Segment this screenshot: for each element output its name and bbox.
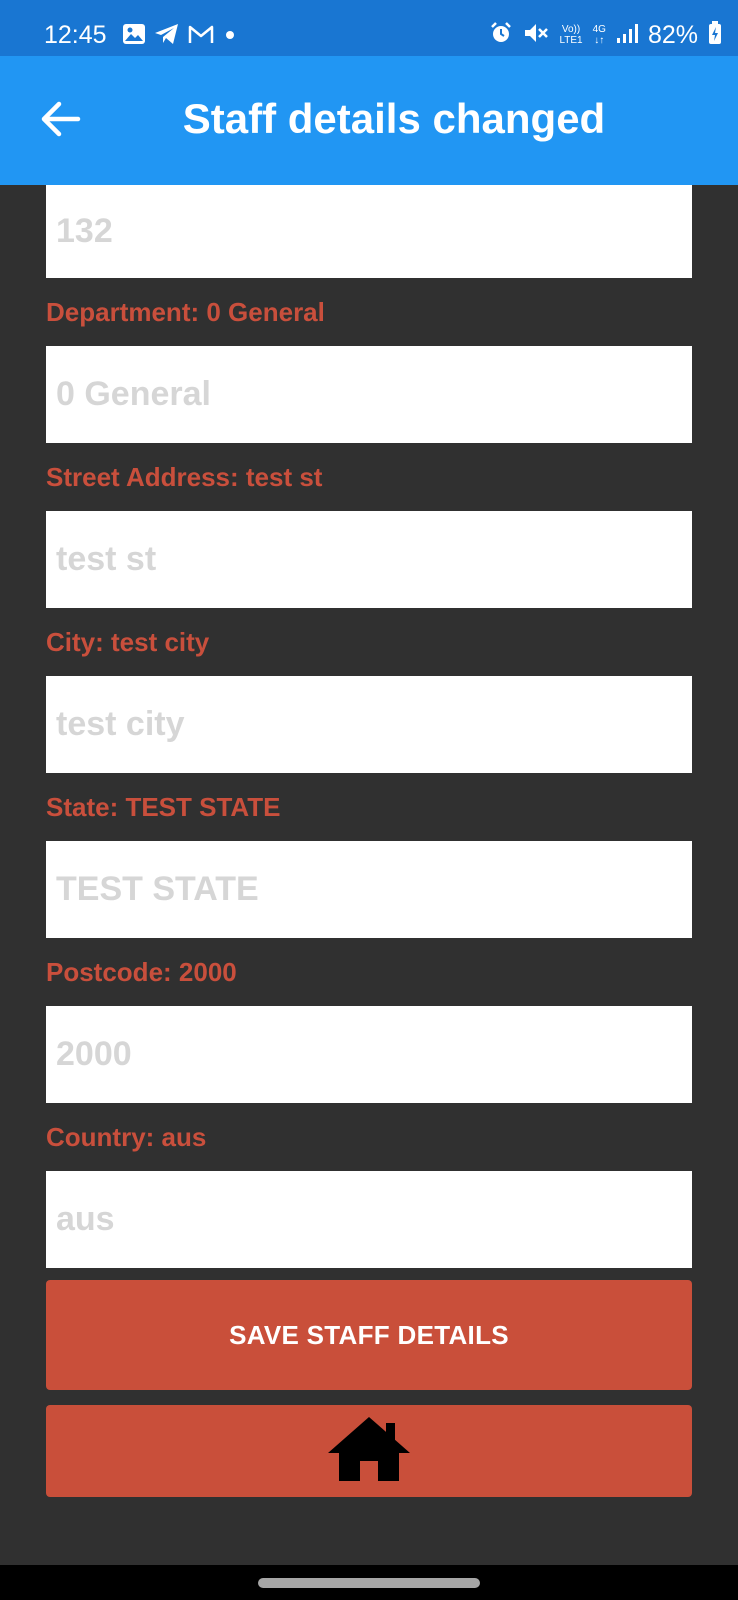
gallery-icon [122,23,146,50]
city-label: City: test city [46,627,210,657]
department-label: Department: 0 General [46,297,325,327]
page-title: Staff details changed [182,95,606,142]
battery-percent: 82% [647,21,698,49]
home-icon [326,1415,412,1488]
lte-text: LTE1 [559,35,583,46]
postcode-label: Postcode: 2000 [46,957,237,987]
country-label: Country: aus [46,1122,207,1152]
telegram-icon [154,23,180,50]
screen: 12:45 Vo)) LTE1 4G ↓↑ 82% Staff details … [0,0,738,1600]
street-address-field[interactable] [46,511,692,608]
state-label: State: TEST STATE [46,792,281,822]
data-arrows-icon: ↓↑ [594,35,605,46]
battery-charging-icon [708,20,722,50]
status-notification-icons [122,22,238,50]
data-type-text: 4G [592,24,606,35]
save-button-label: SAVE STAFF DETAILS [229,1319,509,1350]
signal-icon [616,22,638,49]
dot-icon [222,26,238,47]
app-bar: Staff details changed [0,56,738,185]
street-address-label: Street Address: test st [46,462,323,492]
postcode-field[interactable] [46,1006,692,1103]
status-system-icons: Vo)) LTE1 4G ↓↑ 82% [489,20,722,50]
data-type-indicator: 4G ↓↑ [593,24,606,46]
country-field[interactable] [46,1171,692,1268]
home-button[interactable] [46,1405,692,1497]
city-field[interactable] [46,676,692,773]
volte-indicator: Vo)) LTE1 [559,24,582,46]
mute-icon [523,21,549,50]
status-time: 12:45 [44,21,107,49]
staff-number-field[interactable] [46,185,692,278]
gmail-icon [188,24,214,49]
save-staff-details-button[interactable]: SAVE STAFF DETAILS [46,1280,692,1390]
staff-form: Department: 0 General Street Address: te… [46,185,692,1268]
volte-text: Vo)) [561,24,581,35]
state-field[interactable] [46,841,692,938]
gesture-handle[interactable] [258,1578,480,1588]
department-field[interactable] [46,346,692,443]
alarm-icon [489,21,513,50]
status-bar: 12:45 Vo)) LTE1 4G ↓↑ 82% [0,0,738,56]
